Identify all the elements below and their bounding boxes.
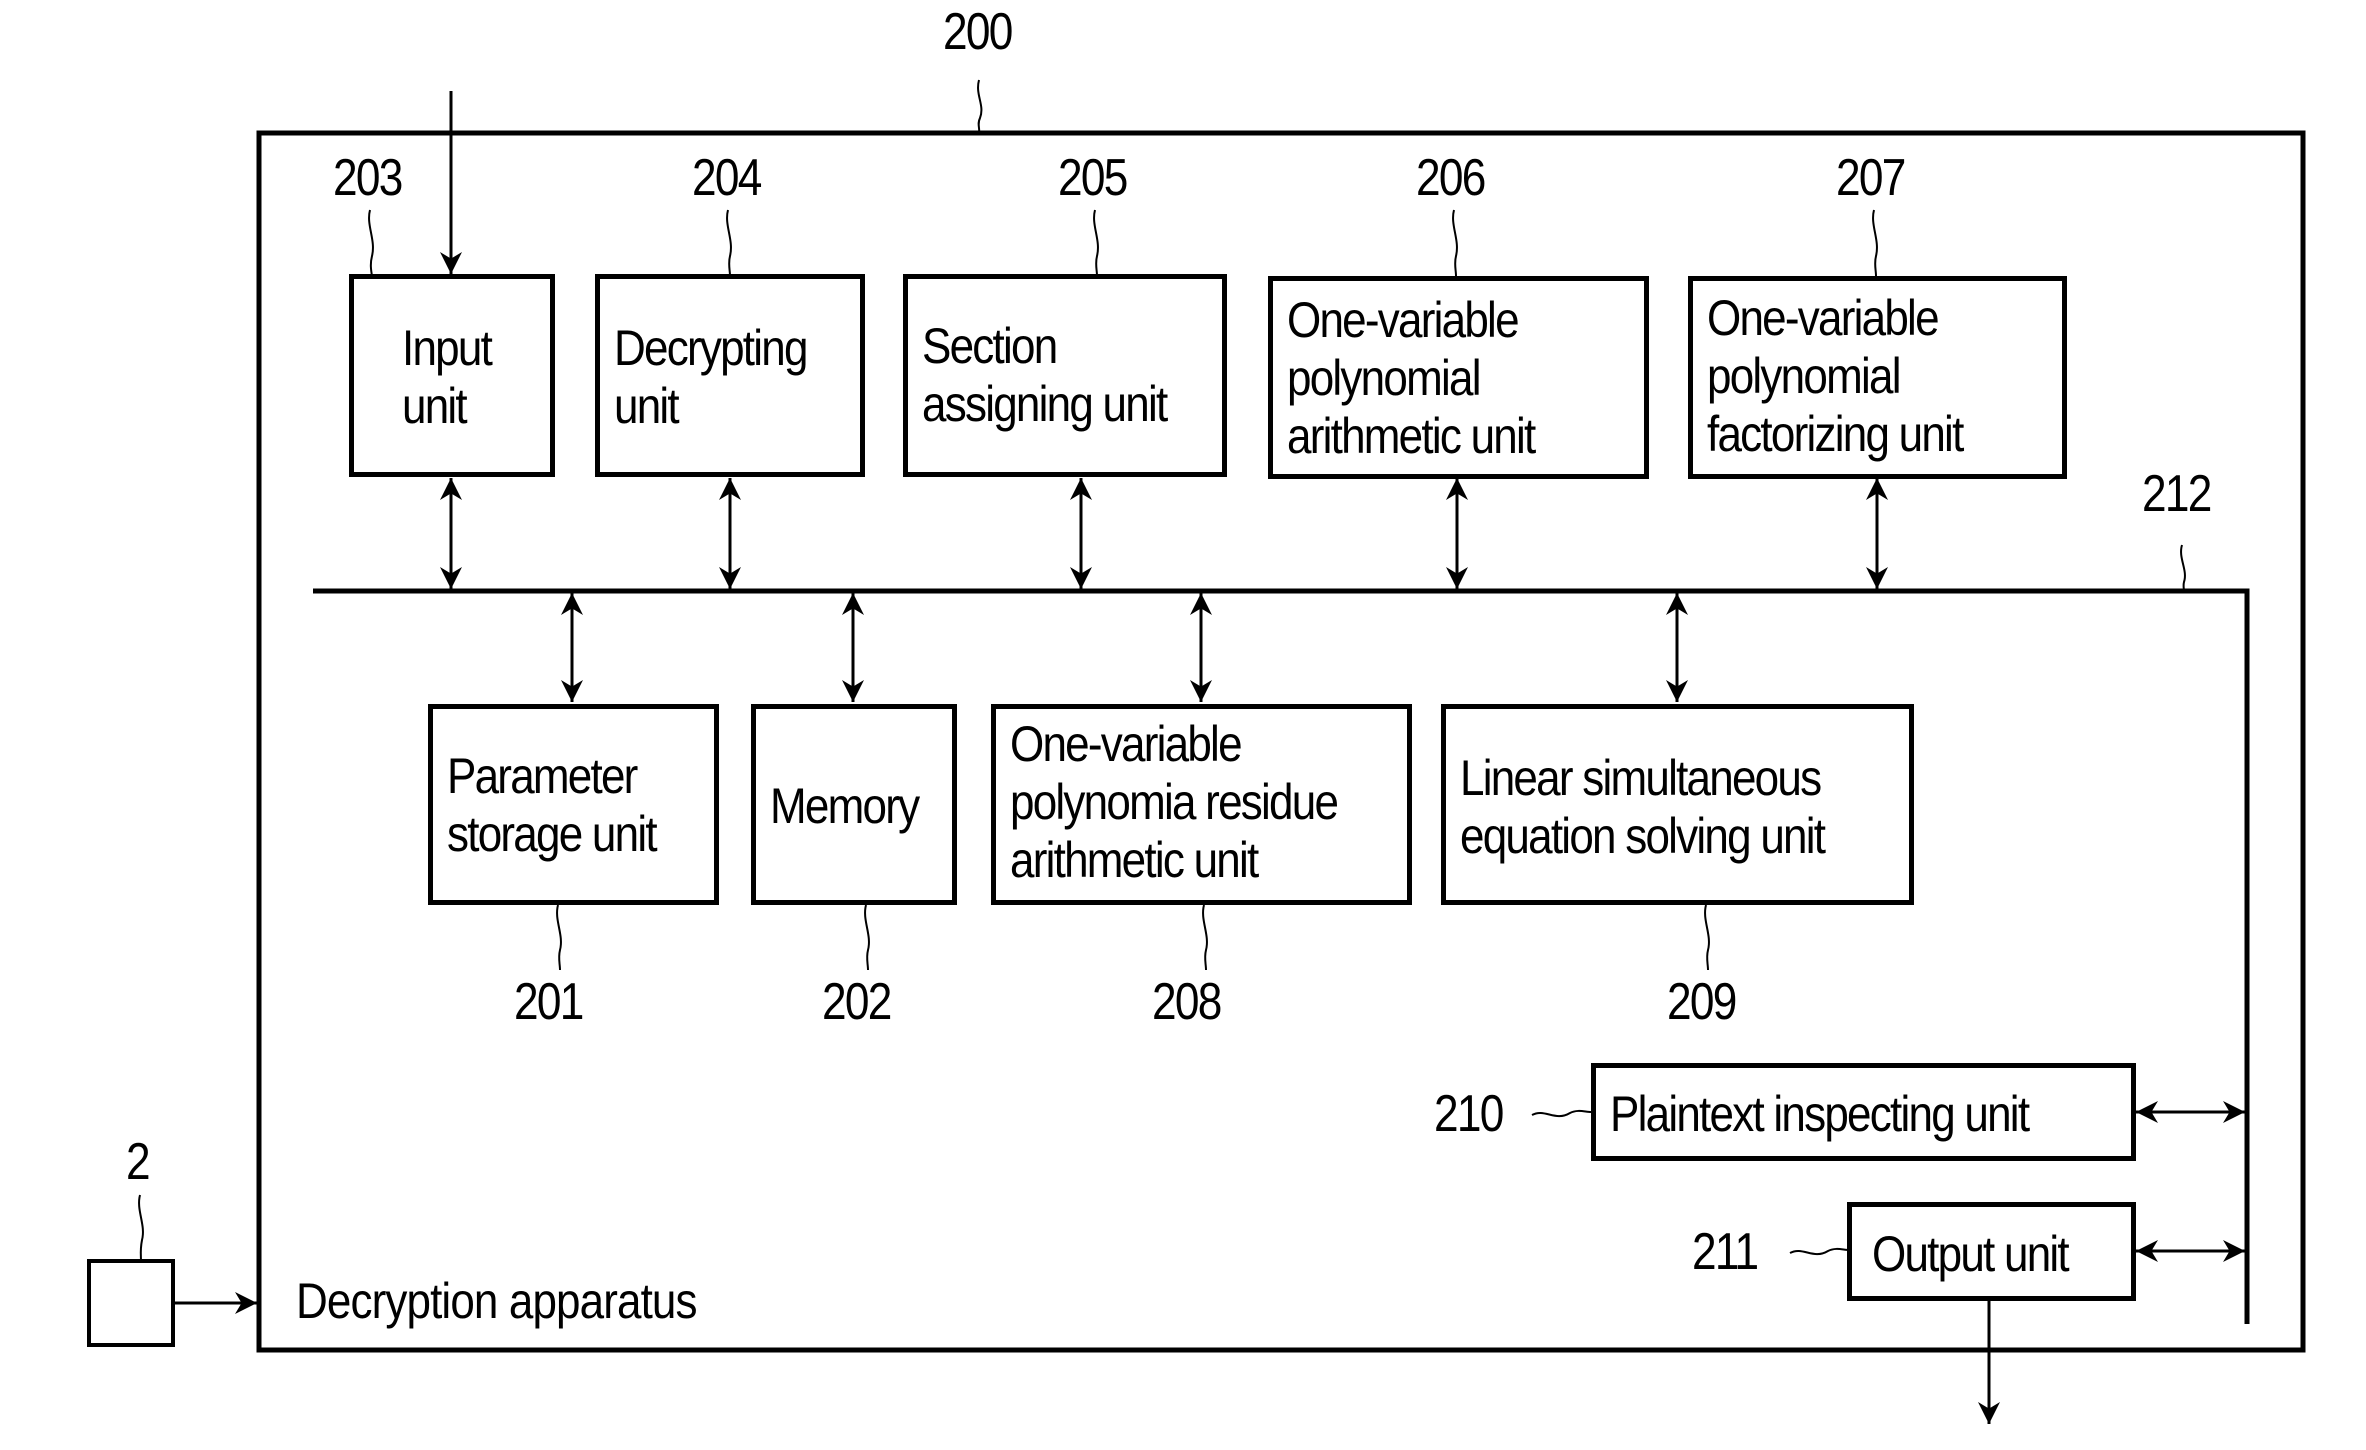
unit-box-section-assigning: Section assigning unit bbox=[903, 274, 1227, 477]
unit-box-parameter-storage: Parameter storage unit bbox=[428, 704, 719, 905]
leader-201 bbox=[556, 904, 562, 971]
ref-label-212: 212 bbox=[2142, 465, 2212, 523]
unit-label-polynomial-arithmetic: One-variable polynomial arithmetic unit bbox=[1287, 291, 1596, 465]
ref-label-202: 202 bbox=[822, 973, 892, 1031]
unit-box-polynomial-arithmetic: One-variable polynomial arithmetic unit bbox=[1268, 276, 1649, 479]
unit-label-line: Plaintext inspecting unit bbox=[1610, 1086, 2030, 1142]
apparatus-caption: Decryption apparatus bbox=[296, 1273, 698, 1329]
leader-211 bbox=[1789, 1247, 1850, 1256]
unit-label-line: Linear simultaneous bbox=[1460, 750, 1822, 806]
unit-box-input: Input unit bbox=[349, 274, 555, 477]
unit-label-line: arithmetic unit bbox=[1287, 408, 1536, 464]
ref-label-203: 203 bbox=[333, 149, 403, 207]
unit-label-residue-arithmetic: One-variable polynomia residue arithmeti… bbox=[1010, 715, 1354, 889]
unit-label-line: Memory bbox=[770, 778, 920, 834]
unit-label-line: polynomial bbox=[1707, 348, 1901, 404]
unit-label-line: Decrypting bbox=[614, 320, 808, 376]
unit-label-decrypting: Decrypting unit bbox=[614, 319, 825, 435]
ref-label-201: 201 bbox=[514, 973, 584, 1031]
unit-box-plaintext-inspecting: Plaintext inspecting unit bbox=[1591, 1063, 2136, 1161]
leader-2 bbox=[138, 1194, 144, 1262]
unit-label-linear-equation-solving: Linear simultaneous equation solving uni… bbox=[1460, 749, 1850, 865]
unit-label-line: Input bbox=[402, 320, 493, 376]
leader-207 bbox=[1872, 209, 1878, 277]
ref-label-211: 211 bbox=[1692, 1223, 1759, 1281]
unit-label-line: unit bbox=[614, 378, 680, 434]
unit-label-output: Output unit bbox=[1872, 1225, 2095, 1283]
ref-label-210: 210 bbox=[1434, 1085, 1504, 1143]
unit-label-section-assigning: Section assigning unit bbox=[922, 317, 1181, 433]
unit-label-input: Input unit bbox=[402, 319, 527, 435]
leader-210 bbox=[1531, 1109, 1592, 1118]
unit-label-line: One-variable bbox=[1287, 292, 1520, 348]
unit-box-polynomial-factorizing: One-variable polynomial factorizing unit bbox=[1688, 276, 2067, 479]
unit-box-output: Output unit bbox=[1847, 1202, 2136, 1301]
leader-200 bbox=[977, 79, 983, 134]
unit-label-line: Parameter bbox=[447, 748, 638, 804]
leader-203 bbox=[368, 209, 374, 277]
external-device-box bbox=[87, 1259, 175, 1347]
unit-label-line: polynomia residue bbox=[1010, 774, 1339, 830]
unit-box-linear-equation-solving: Linear simultaneous equation solving uni… bbox=[1441, 704, 1914, 905]
ref-label-2: 2 bbox=[126, 1133, 151, 1191]
ref-label-207: 207 bbox=[1836, 149, 1906, 207]
unit-label-line: arithmetic unit bbox=[1010, 832, 1259, 888]
unit-label-line: One-variable bbox=[1010, 716, 1243, 772]
unit-label-line: unit bbox=[402, 378, 468, 434]
ref-label-208: 208 bbox=[1152, 973, 1222, 1031]
leader-206 bbox=[1452, 209, 1458, 277]
ref-label-204: 204 bbox=[692, 149, 762, 207]
ref-label-200: 200 bbox=[943, 3, 1013, 61]
unit-label-memory: Memory bbox=[770, 777, 925, 835]
unit-label-plaintext-inspecting: Plaintext inspecting unit bbox=[1610, 1085, 2063, 1143]
ref-label-205: 205 bbox=[1058, 149, 1128, 207]
unit-box-memory: Memory bbox=[751, 704, 957, 905]
unit-label-polynomial-factorizing: One-variable polynomial factorizing unit bbox=[1707, 289, 2014, 463]
unit-label-line: assigning unit bbox=[922, 376, 1168, 432]
unit-label-line: Output unit bbox=[1872, 1226, 2070, 1282]
leader-205 bbox=[1093, 209, 1099, 277]
unit-label-line: Section bbox=[922, 318, 1058, 374]
ref-label-206: 206 bbox=[1416, 149, 1486, 207]
unit-label-line: equation solving unit bbox=[1460, 808, 1826, 864]
leader-208 bbox=[1202, 904, 1208, 971]
leader-202 bbox=[864, 904, 870, 971]
unit-label-parameter-storage: Parameter storage unit bbox=[447, 747, 677, 863]
leader-212 bbox=[2180, 544, 2186, 592]
leader-204 bbox=[726, 209, 732, 277]
ref-label-209: 209 bbox=[1667, 973, 1737, 1031]
unit-label-line: storage unit bbox=[447, 806, 658, 862]
unit-label-line: One-variable bbox=[1707, 290, 1940, 346]
leader-209 bbox=[1704, 904, 1710, 971]
unit-label-line: factorizing unit bbox=[1707, 406, 1964, 462]
unit-label-line: polynomial bbox=[1287, 350, 1481, 406]
unit-box-residue-arithmetic: One-variable polynomia residue arithmeti… bbox=[991, 704, 1412, 905]
unit-box-decrypting: Decrypting unit bbox=[595, 274, 865, 477]
